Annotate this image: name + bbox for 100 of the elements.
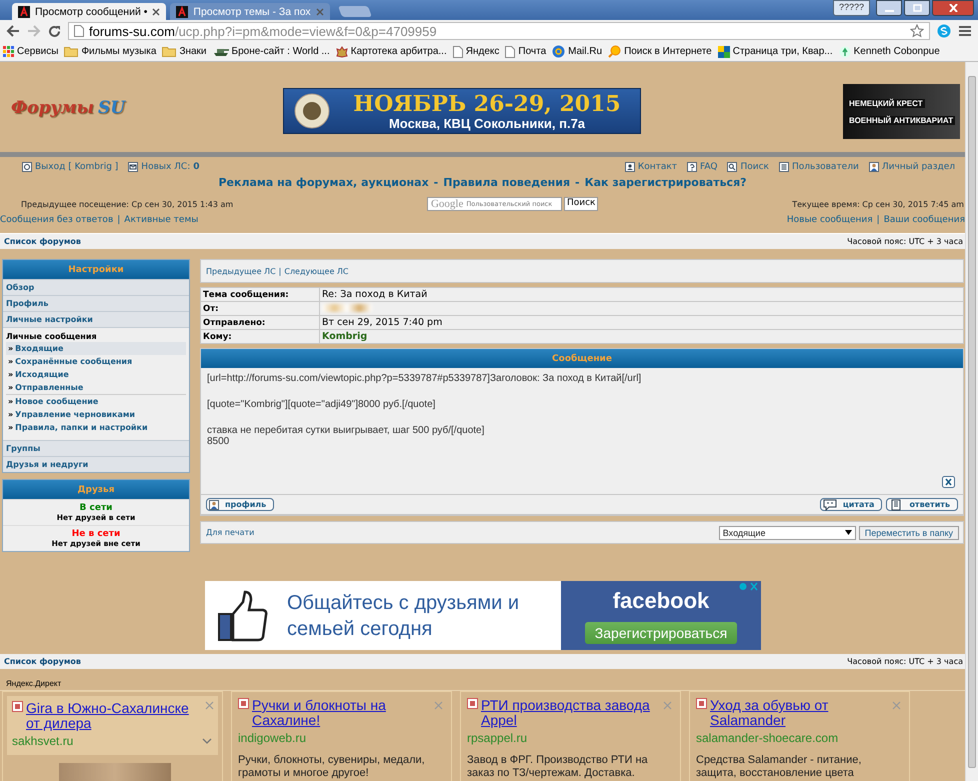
ad-card[interactable]: Уход за обувью от Salamander salamander-shoecare.com Средства Salamander - питание, защита, восстановление цвета — [689, 691, 910, 781]
event-banner[interactable]: НОЯБРЬ 26-29, 2015 Москва, КВЦ Сокольники, п.7а — [283, 88, 641, 134]
sidebar-item[interactable]: Друзья и недруги — [3, 456, 189, 472]
document-icon — [889, 498, 904, 510]
quote-button[interactable]: цитата — [820, 498, 882, 511]
bookmark[interactable]: Сервисы — [3, 46, 58, 57]
folder-icon — [162, 46, 176, 57]
dropdown-caret-icon — [844, 530, 852, 535]
profile-button[interactable]: профиль — [206, 498, 274, 511]
sidebar-item[interactable]: Обзор — [3, 279, 189, 295]
ad-title-link[interactable]: РТИ производства завода Appel — [481, 698, 660, 728]
recipient-link[interactable]: Kombrig — [322, 331, 368, 342]
separator: | — [876, 215, 880, 227]
skype-icon[interactable] — [937, 24, 951, 38]
maximize-button[interactable] — [904, 0, 930, 16]
bookmark[interactable]: Фильмы музыка — [64, 46, 156, 57]
envelope-icon — [128, 162, 138, 172]
nav-link[interactable]: Пользователи — [779, 162, 859, 172]
ad-title-link[interactable]: Ручки и блокноты на Сахалине! — [252, 698, 431, 728]
menu-icon[interactable] — [958, 25, 972, 37]
scrollbar[interactable] — [968, 76, 976, 768]
ad-title-link[interactable]: Уход за обувью от Salamander — [710, 698, 889, 728]
magnifier-icon — [608, 45, 622, 58]
headline-link[interactable]: Реклама на форумах, аукционах — [218, 176, 429, 189]
print-link[interactable]: Для печати — [206, 528, 254, 537]
ad-text: Общайтесь с друзьями и семьей сегодня — [287, 590, 520, 642]
ad-info-icon — [739, 582, 759, 591]
bookmark[interactable]: Поиск в Интернете — [608, 45, 712, 58]
sidebar-heading[interactable]: Личные сообщения — [6, 332, 186, 341]
bookmark[interactable]: Kenneth Cobonpue — [838, 46, 940, 58]
reload-icon[interactable] — [48, 24, 61, 38]
headline-link[interactable]: Как зарегистрироваться? — [584, 176, 747, 189]
nav-link[interactable]: Поиск — [727, 162, 769, 172]
nav-link[interactable]: Личный раздел — [868, 162, 955, 172]
site-logo: Форумы SU — [11, 98, 126, 118]
sidebar-item[interactable]: » Отправленные — [6, 381, 186, 394]
list-icon — [779, 162, 789, 172]
bookmark[interactable]: Знаки — [162, 46, 207, 57]
bookmark[interactable]: Яндекс — [452, 46, 500, 58]
folder-select[interactable]: Входящие — [718, 526, 856, 540]
search-button[interactable]: Поиск — [564, 197, 598, 211]
nav-link[interactable]: Выход [ Kombrig ] — [22, 162, 118, 172]
quick-link[interactable]: Активные темы — [124, 215, 198, 229]
current-time-text: Текущее время: Ср сен 30, 2015 7:45 am — [792, 200, 964, 208]
message-nav-link[interactable]: Следующее ЛС — [284, 266, 349, 276]
sidebar-item[interactable]: Личные настройки — [3, 311, 189, 327]
headline-link[interactable]: Правила поведения — [443, 176, 570, 189]
star-icon[interactable] — [910, 24, 924, 38]
bookmark[interactable]: Страница три, Квар... — [718, 46, 833, 58]
last-visit-text: Предыдущее посещение: Ср сен 30, 2015 1:43 am — [21, 200, 234, 208]
sidebar-item[interactable]: » Сохранённые сообщения — [6, 355, 186, 368]
timezone-text: Часовой пояс: UTC + 3 часа — [847, 237, 963, 246]
antique-banner[interactable]: НЕМЕЦКИЙ КРЕСТ ВОЕННЫЙ АНТИКВАРИАТ — [843, 84, 960, 139]
reply-button[interactable]: ответить — [886, 498, 958, 511]
browser-tab[interactable]: Просмотр темы - За пох — [170, 3, 330, 20]
sidebar-item[interactable]: » Исходящие — [6, 368, 186, 381]
quick-link[interactable]: Сообщения без ответов — [0, 215, 114, 229]
minimize-button[interactable] — [876, 0, 902, 16]
sidebar-item[interactable]: » Входящие — [6, 342, 186, 355]
nav-link[interactable]: Новых ЛС: 0 — [128, 162, 200, 172]
facebook-ad[interactable]: Общайтесь с друзьями и семьей сегодня facebook Зарегистрироваться — [205, 581, 761, 650]
close-icon — [948, 4, 958, 12]
bookmark[interactable]: Картотека арбитра... — [336, 46, 447, 58]
sidebar-item[interactable]: Профиль — [3, 295, 189, 311]
move-button[interactable]: Переместить в папку — [858, 526, 959, 540]
status-label: Не в сети — [70, 529, 122, 539]
message-nav-link[interactable]: Предыдущее ЛС — [206, 266, 276, 276]
ad-domain: sakhsvet.ru — [12, 734, 74, 748]
quick-link[interactable]: Новые сообщения — [786, 215, 873, 229]
panel-header: Друзья — [3, 480, 189, 499]
field-value: Вт сен 29, 2015 7:40 pm — [322, 317, 442, 328]
quick-link[interactable]: Ваши сообщения — [884, 215, 965, 229]
favicon-icon — [12, 701, 23, 712]
ad-card[interactable]: РТИ производства завода Appel rpsappel.ru Завод в ФРГ. Производство РТИ на заказ по ТЗ/чертежам. Доставка. — [460, 691, 681, 781]
sidebar-item[interactable]: » Правила, папки и настройки — [6, 421, 186, 434]
close-button[interactable] — [932, 0, 974, 16]
favicon-icon — [696, 698, 707, 709]
sidebar-item[interactable]: Группы — [3, 440, 189, 456]
bookmark[interactable]: Mail.Ru — [552, 45, 602, 58]
ad-card[interactable]: Gira в Южно-Сахалинске от дилера sakhsvet.ru — [2, 691, 223, 781]
message-text: ставка не перебитая сутки выигрывает, шаг 500 руб/[/quote] 8500 — [207, 425, 486, 447]
sidebar-item[interactable]: » Управление черновиками — [6, 408, 186, 421]
new-tab-button[interactable] — [338, 6, 372, 17]
breadcrumb-link[interactable]: Список форумов — [4, 657, 81, 666]
nav-link[interactable]: FAQ — [687, 162, 718, 172]
nav-link[interactable]: Контакт — [624, 162, 678, 172]
browser-tab[interactable]: Просмотр сообщений • — [12, 3, 166, 20]
back-arrow-icon[interactable] — [6, 25, 20, 37]
close-icon[interactable] — [942, 476, 955, 488]
address-field[interactable]: forums-su.com/ucp.php?i=pm&mode=view&f=0&p=4709959 — [68, 22, 930, 40]
close-icon[interactable] — [152, 8, 160, 16]
sidebar-item[interactable]: » Новое сообщение — [6, 395, 186, 408]
ad-network-label: Яндекс.Директ — [0, 669, 965, 691]
bookmark[interactable]: Броне-сайт : World ... — [212, 46, 330, 57]
ad-card[interactable]: Ручки и блокноты на Сахалине! indigoweb.ru Ручки, блокноты, сувениры, медали, грамоты и многое другое! — [231, 691, 452, 781]
facebook-logo: facebook — [612, 588, 710, 614]
bookmark[interactable]: Почта — [505, 46, 546, 58]
profile-badge[interactable]: ????? — [832, 0, 870, 16]
breadcrumb-link[interactable]: Список форумов — [4, 237, 81, 246]
ad-title-link[interactable]: Gira в Южно-Сахалинске от дилера — [26, 701, 199, 731]
